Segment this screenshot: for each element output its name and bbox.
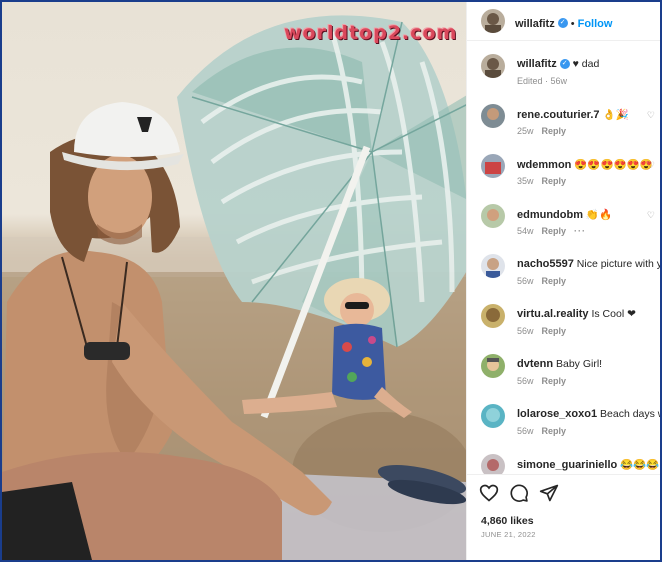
comment-time: 54w	[517, 226, 534, 236]
comment-meta: 56w Reply	[517, 326, 574, 336]
separator-dot: •	[570, 18, 575, 30]
comment-text: Beach days with	[600, 408, 660, 420]
reply-button[interactable]: Reply	[542, 176, 567, 186]
caption-meta: Edited · 56w	[517, 76, 575, 86]
comment-meta: 56w Reply	[517, 276, 574, 286]
reply-button[interactable]: Reply	[542, 126, 567, 136]
comment-meta: 56w Reply	[517, 376, 574, 386]
post-actions-bar: 4,860 likes JUNE 21, 2022	[467, 474, 660, 560]
comment-line: edmundobm 👏🔥	[517, 208, 612, 221]
likes-count[interactable]: 4,860 likes	[481, 515, 534, 527]
caption-username[interactable]: willafitz	[517, 58, 557, 70]
comment-icon[interactable]	[509, 483, 529, 503]
comment-row: wdemmon 😍😍😍😍😍😍 35w Reply ♡	[467, 152, 660, 198]
comment-meta: 35w Reply	[517, 176, 574, 186]
commenter-avatar[interactable]	[481, 204, 505, 228]
post-date: JUNE 21, 2022	[481, 530, 536, 539]
comment-text: 👌🎉	[602, 109, 629, 121]
comment-time: 25w	[517, 126, 534, 136]
author-avatar-small[interactable]	[481, 54, 505, 78]
commenter-avatar[interactable]	[481, 404, 505, 428]
reply-button[interactable]: Reply	[542, 326, 567, 336]
beach-scene-illustration	[2, 15, 466, 560]
heart-icon[interactable]	[479, 483, 499, 503]
post-photo[interactable]: worldtop2.com	[2, 2, 466, 560]
watermark-text: worldtop2.com	[284, 22, 458, 44]
caption-text: ♥ dad	[572, 58, 600, 70]
caption-line: willafitz ✓ ♥ dad	[517, 58, 599, 70]
reply-button[interactable]: Reply	[542, 426, 567, 436]
commenter-username[interactable]: nacho5597	[517, 258, 574, 270]
comment-row: simone_guariniello 😂😂😂	[467, 452, 660, 474]
commenter-avatar[interactable]	[481, 254, 505, 278]
commenter-avatar[interactable]	[481, 354, 505, 378]
comment-meta: 56w Reply	[517, 426, 574, 436]
author-username[interactable]: willafitz	[515, 18, 555, 30]
comment-time: 56w	[517, 276, 534, 286]
commenter-avatar[interactable]	[481, 104, 505, 128]
reply-button[interactable]: Reply	[542, 376, 567, 386]
comment-text: Nice picture with yo	[576, 258, 661, 270]
comment-like-heart-icon[interactable]: ♡	[647, 160, 655, 171]
follow-button[interactable]: Follow	[578, 18, 613, 30]
verified-badge-icon: ✓	[559, 59, 570, 70]
comment-time: 56w	[517, 326, 534, 336]
comment-row: nacho5597 Nice picture with yo 56w Reply	[467, 252, 661, 298]
commenter-username[interactable]: simone_guariniello	[517, 459, 617, 471]
reply-button[interactable]: Reply	[542, 226, 567, 236]
comment-like-heart-icon[interactable]: ♡	[647, 110, 655, 121]
commenter-username[interactable]: virtu.al.reality	[517, 308, 589, 320]
comment-text: 😍😍😍😍😍😍	[574, 159, 653, 171]
comment-like-heart-icon[interactable]: ♡	[647, 210, 655, 221]
comment-text: 👏🔥	[585, 209, 613, 221]
commenter-username[interactable]: rene.couturier.7	[517, 109, 600, 121]
commenter-avatar[interactable]	[481, 454, 505, 474]
comment-row: edmundobm 👏🔥 54w Reply ··· ♡	[467, 202, 660, 248]
instagram-post-frame: worldtop2.com willafitz ✓ • Follow willafit…	[0, 0, 662, 562]
comment-time: 35w	[517, 176, 534, 186]
author-avatar[interactable]	[481, 9, 505, 33]
commenter-avatar[interactable]	[481, 154, 505, 178]
comment-line: nacho5597 Nice picture with yo	[517, 258, 661, 270]
comment-row: rene.couturier.7 👌🎉 25w Reply ♡	[467, 102, 660, 148]
comment-text: 😂😂😂	[620, 459, 660, 471]
comment-line: lolarose_xoxo1 Beach days with	[517, 408, 660, 420]
commenter-avatar[interactable]	[481, 304, 505, 328]
post-header: willafitz ✓ • Follow	[467, 2, 660, 41]
commenter-username[interactable]: wdemmon	[517, 159, 571, 171]
header-line: willafitz ✓ • Follow	[515, 14, 612, 32]
comment-line: virtu.al.reality Is Cool ❤	[517, 308, 636, 320]
comments-list[interactable]: willafitz ✓ ♥ dad Edited · 56w rene.coutu…	[467, 42, 661, 474]
comment-row: lolarose_xoxo1 Beach days with 56w Reply	[467, 402, 660, 448]
reply-button[interactable]: Reply	[542, 276, 567, 286]
comment-line: simone_guariniello 😂😂😂	[517, 458, 659, 471]
commenter-username[interactable]: lolarose_xoxo1	[517, 408, 597, 420]
comment-meta: 54w Reply ···	[517, 226, 594, 236]
comment-row: virtu.al.reality Is Cool ❤ 56w Reply	[467, 302, 660, 348]
more-options-icon[interactable]: ···	[574, 226, 586, 236]
commenter-username[interactable]: dvtenn	[517, 358, 553, 370]
comment-row: dvtenn Baby Girl! 56w Reply	[467, 352, 660, 398]
comment-time: 56w	[517, 426, 534, 436]
verified-badge-icon: ✓	[557, 17, 568, 28]
comment-time: 56w	[517, 376, 534, 386]
comment-line: wdemmon 😍😍😍😍😍😍	[517, 158, 653, 171]
post-side-panel: willafitz ✓ • Follow willafitz ✓ ♥ dad Edite…	[466, 2, 661, 560]
comment-text: Baby Girl!	[555, 358, 603, 370]
comment-text: Is Cool ❤	[591, 308, 636, 320]
comment-line: dvtenn Baby Girl!	[517, 358, 602, 370]
caption-row: willafitz ✓ ♥ dad Edited · 56w	[467, 52, 660, 98]
caption-edited: Edited · 56w	[517, 76, 568, 86]
share-icon[interactable]	[539, 483, 559, 503]
commenter-username[interactable]: edmundobm	[517, 209, 583, 221]
comment-meta: 25w Reply	[517, 126, 574, 136]
comment-line: rene.couturier.7 👌🎉	[517, 108, 629, 121]
